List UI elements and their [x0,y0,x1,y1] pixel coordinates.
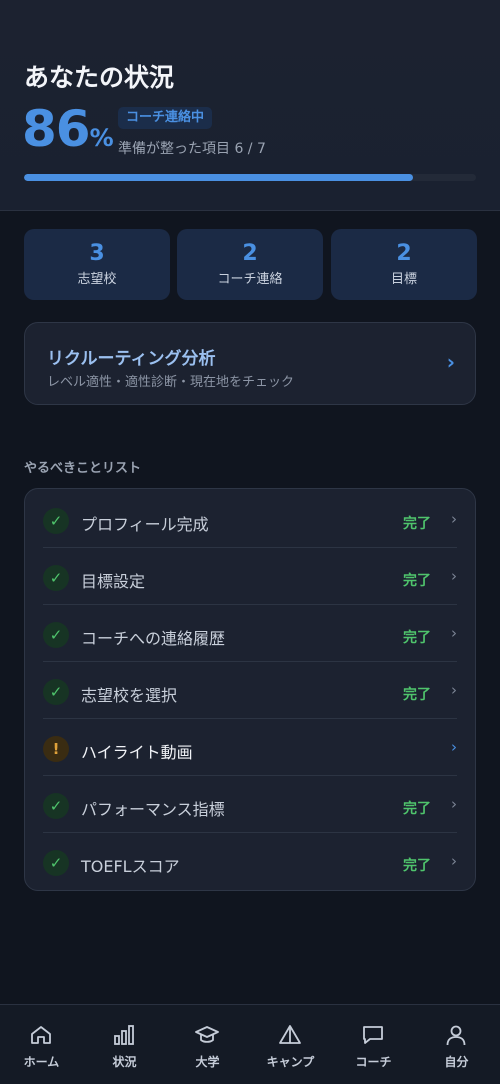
todo-item-label: プロフィール完成 [81,515,209,534]
tab-camps[interactable]: キャンプ [249,1005,332,1084]
tab-label: キャンプ [266,1055,315,1069]
todo-item-status: 完了 [403,516,431,532]
tab-label: 状況 [112,1055,137,1069]
check-icon: ✓ [43,508,69,534]
stat-card-coach-contacts[interactable]: 2 コーチ連絡 [177,229,323,300]
status-badge: コーチ連絡中 [118,107,213,129]
chevron-right-icon: › [446,350,455,374]
todo-item-status: 完了 [403,573,431,589]
chevron-right-icon: › [451,795,457,813]
status-header: あなたの状況 86% コーチ連絡中 準備が整った項目 6 / 7 [0,0,500,211]
tab-coach[interactable]: コーチ [332,1005,415,1084]
analysis-title: リクルーティング分析 [47,349,216,369]
stat-value: 3 [89,241,105,266]
stat-card-schools[interactable]: 3 志望校 [24,229,170,300]
chevron-right-icon: › [451,567,457,585]
todo-item-label: 目標設定 [81,572,146,591]
check-icon: ✓ [43,850,69,876]
todo-item-highlight-video[interactable]: ! ハイライト動画 › [43,719,457,776]
chevron-right-icon: › [451,738,457,756]
percent-value: 86 [22,100,91,158]
check-icon: ✓ [43,679,69,705]
chat-bubble-icon [363,1026,383,1044]
tab-home[interactable]: ホーム [0,1005,83,1084]
tab-universities[interactable]: 大学 [166,1005,249,1084]
stat-label: 目標 [390,272,417,287]
todo-item-label: パフォーマンス指標 [81,800,225,819]
check-icon: ✓ [43,793,69,819]
todo-item-label: TOEFLスコア [81,857,180,876]
bar-chart-icon [114,1025,134,1045]
tab-me[interactable]: 自分 [415,1005,498,1084]
todo-list: ✓ プロフィール完成 完了 › ✓ 目標設定 完了 › ✓ コーチへの連絡履歴 … [24,488,476,891]
percent-unit: % [89,124,114,152]
tab-label: ホーム [23,1055,60,1069]
tab-status[interactable]: 状況 [83,1005,166,1084]
bottom-tab-bar: ホーム 状況 大学 キャンプ コーチ 自分 [0,1004,500,1084]
tab-label: 自分 [444,1055,469,1069]
todo-item-status: 完了 [403,630,431,646]
todo-item-select-schools[interactable]: ✓ 志望校を選択 完了 › [43,662,457,719]
chevron-right-icon: › [451,852,457,870]
readiness-percent: 86% [22,100,114,158]
chevron-right-icon: › [451,624,457,642]
readiness-progress-bar [24,174,476,181]
todo-item-profile[interactable]: ✓ プロフィール完成 完了 › [43,491,457,548]
todo-item-performance[interactable]: ✓ パフォーマンス指標 完了 › [43,776,457,833]
todo-item-label: コーチへの連絡履歴 [81,629,226,648]
todo-item-label: 志望校を選択 [81,686,178,705]
tab-label: コーチ [355,1055,392,1069]
analysis-subtitle: レベル適性・適性診断・現在地をチェック [47,375,295,390]
user-icon [446,1025,466,1046]
tab-label: 大学 [195,1055,220,1069]
todo-item-goals[interactable]: ✓ 目標設定 完了 › [43,548,457,605]
todo-item-coach-history[interactable]: ✓ コーチへの連絡履歴 完了 › [43,605,457,662]
home-icon [31,1026,51,1044]
ready-count-text: 準備が整った項目 6 / 7 [118,141,266,157]
todo-item-toefl[interactable]: ✓ TOEFLスコア 完了 › [43,833,457,890]
page-title: あなたの状況 [24,63,175,92]
stat-label: コーチ連絡 [217,272,283,287]
todo-item-status: 完了 [403,687,431,703]
todo-item-status: 完了 [403,801,431,817]
todo-item-status: 完了 [403,858,431,874]
tent-icon [279,1025,301,1044]
stat-card-goals[interactable]: 2 目標 [331,229,477,300]
stat-label: 志望校 [77,272,117,287]
check-icon: ✓ [43,565,69,591]
chevron-right-icon: › [451,510,457,528]
check-icon: ✓ [43,622,69,648]
stat-value: 2 [242,241,258,266]
progress-fill [24,174,413,181]
todo-item-label: ハイライト動画 [81,743,193,762]
warning-icon: ! [43,736,69,762]
stat-value: 2 [396,241,412,266]
todo-section-label: やるべきことリスト [24,461,142,476]
recruiting-analysis-card[interactable]: リクルーティング分析 レベル適性・適性診断・現在地をチェック › [24,322,476,405]
graduation-cap-icon [195,1026,219,1043]
chevron-right-icon: › [451,681,457,699]
